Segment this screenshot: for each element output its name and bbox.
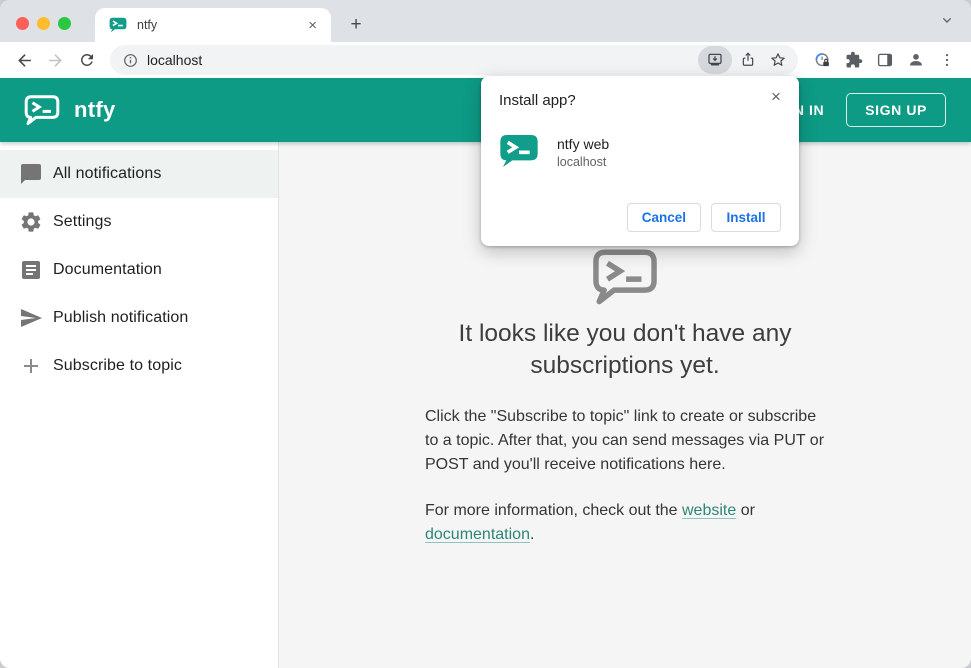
cancel-button[interactable]: Cancel [626,203,701,232]
extensions-puzzle-icon[interactable] [840,46,868,74]
sidebar-item-all-notifications[interactable]: All notifications [0,150,278,198]
profile-avatar-icon[interactable] [902,46,930,74]
tab-title: ntfy [137,18,158,32]
documentation-link[interactable]: documentation [425,526,530,543]
new-tab-button[interactable]: + [344,13,368,37]
install-button[interactable]: Install [711,203,781,232]
window-zoom-button[interactable] [58,17,71,30]
install-app-dialog: Install app? × ntfy web localhost Cancel… [481,76,799,246]
ntfy-app-icon [499,132,539,172]
tab-search-chevron-icon[interactable] [939,12,955,28]
sidebar-item-label: Publish notification [53,309,189,326]
site-info-icon[interactable] [122,52,139,69]
dialog-actions: Cancel Install [626,203,781,232]
sidebar-item-documentation[interactable]: Documentation [0,246,278,294]
tab-close-icon[interactable]: × [304,16,321,35]
dialog-app-row: ntfy web localhost [499,132,781,172]
plus-icon [19,354,43,378]
more-info-text: or [736,501,755,519]
url-text[interactable]: localhost [147,52,202,68]
reload-icon[interactable] [75,46,100,74]
ntfy-brand: ntfy [24,94,116,126]
forward-icon[interactable] [43,46,68,74]
ntfy-logo-icon [24,94,60,126]
window-controls [16,17,71,30]
dialog-close-icon[interactable]: × [765,86,787,108]
browser-toolbar: localhost [0,42,971,78]
sidebar-item-label: Documentation [53,261,162,278]
empty-state-more-info: For more information, check out the webs… [425,499,825,547]
sidebar-item-subscribe-to-topic[interactable]: Subscribe to topic [0,342,278,390]
ntfy-favicon-icon [109,16,127,34]
install-app-icon[interactable] [697,46,732,74]
sidebar-item-label: Subscribe to topic [53,357,182,374]
gear-icon [19,210,43,234]
share-icon[interactable] [734,46,762,74]
address-bar[interactable]: localhost [109,45,798,75]
toolbar-extensions-area [806,46,961,74]
browser-tab-ntfy[interactable]: ntfy × [95,8,331,42]
dialog-app-name: ntfy web [557,135,610,152]
browser-menu-icon[interactable] [933,46,961,74]
article-icon [19,258,43,282]
bookmark-star-icon[interactable] [764,46,792,74]
empty-state-heading: It looks like you don't have any subscri… [458,320,792,380]
extension-lock-icon[interactable] [809,46,837,74]
dialog-app-origin: localhost [557,154,607,169]
more-info-text: . [529,525,535,543]
sidebar-item-settings[interactable]: Settings [0,198,278,246]
sidebar-item-label: All notifications [53,165,162,182]
sidebar-item-publish-notification[interactable]: Publish notification [0,294,278,342]
window-minimize-button[interactable] [37,17,50,30]
window-close-button[interactable] [16,17,29,30]
empty-state-paragraph: Click the "Subscribe to topic" link to c… [425,407,825,473]
more-info-text: For more information, check out the [425,501,682,519]
chat-icon [19,162,43,186]
side-panel-icon[interactable] [871,46,899,74]
ntfy-logo-gray-icon [425,249,825,306]
dialog-title: Install app? [499,92,576,109]
app-title: ntfy [74,97,116,122]
tab-strip: ntfy × + [0,0,971,42]
sign-up-button[interactable]: SIGN UP [846,93,946,127]
sidebar-item-label: Settings [53,213,112,230]
browser-window: ntfy × + localhost ntfy IN SIGN UP All n… [0,0,971,668]
website-link[interactable]: website [682,502,736,519]
send-icon [19,306,43,330]
sidebar: All notifications Settings Documentation… [0,142,279,668]
back-icon[interactable] [12,46,37,74]
